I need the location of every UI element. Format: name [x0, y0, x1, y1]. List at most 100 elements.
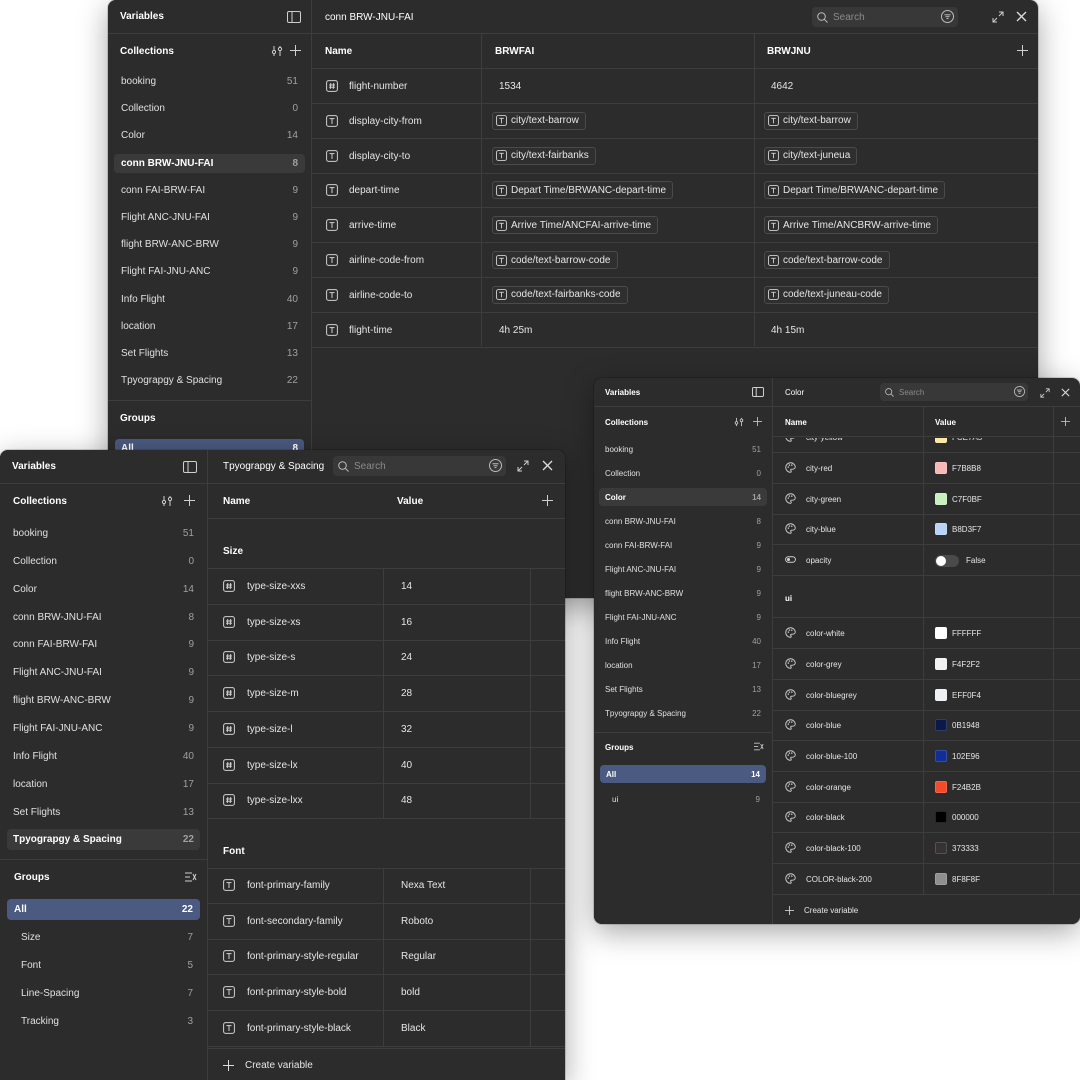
alias-chip[interactable]: city/text-barrow: [492, 111, 586, 130]
add-mode-icon[interactable]: [1017, 45, 1028, 56]
filter-icon[interactable]: [489, 459, 502, 472]
group-item[interactable]: Line-Spacing 7: [7, 983, 200, 1004]
table-row[interactable]: type-size-xxs 14: [208, 569, 565, 605]
alias-chip[interactable]: city/text-barrow: [764, 111, 858, 130]
collection-item[interactable]: Tpyograpgy & Spacing 22: [599, 704, 767, 722]
variable-value[interactable]: FCE7A5: [952, 438, 982, 442]
variable-value[interactable]: 000000: [952, 813, 979, 822]
table-row[interactable]: depart-time Depart Time/BRWANC-depart-tim…: [312, 173, 1038, 209]
add-mode-icon[interactable]: [542, 495, 553, 506]
collection-item[interactable]: Flight FAI-JNU-ANC 9: [599, 608, 767, 626]
variable-value[interactable]: 1534: [499, 81, 521, 92]
table-row[interactable]: type-size-lx 40: [208, 747, 565, 784]
collection-item[interactable]: flight BRW-ANC-BRW 9: [7, 690, 200, 711]
table-row[interactable]: flight-number 1534 4642: [312, 69, 1038, 104]
collection-item[interactable]: flight BRW-ANC-BRW 9: [114, 235, 305, 254]
table-row[interactable]: color-black-100 373333: [773, 833, 1080, 864]
table-row[interactable]: color-blue-100 102E96: [773, 741, 1080, 772]
collapse-groups-icon[interactable]: [185, 872, 197, 882]
column-header-value[interactable]: Value: [397, 496, 423, 507]
collection-item[interactable]: Info Flight 40: [599, 632, 767, 650]
collection-item[interactable]: Flight ANC-JNU-FAI 9: [7, 662, 200, 683]
variable-value[interactable]: Roboto: [401, 916, 433, 927]
alias-chip[interactable]: Depart Time/BRWANC-depart-time: [764, 181, 946, 200]
sidebar-toggle-icon[interactable]: [752, 387, 764, 397]
table-row[interactable]: font-primary-style-regular Regular: [208, 939, 565, 976]
color-swatch[interactable]: [935, 462, 947, 474]
table-row[interactable]: color-bluegrey EFF0F4: [773, 680, 1080, 711]
collection-item[interactable]: Color 14: [7, 579, 200, 600]
filter-icon[interactable]: [1014, 386, 1025, 397]
collection-item[interactable]: location 17: [599, 656, 767, 674]
collection-item[interactable]: Flight ANC-JNU-FAI 9: [114, 208, 305, 227]
create-variable-button[interactable]: Create variable: [245, 1060, 313, 1071]
variable-value[interactable]: EFF0F4: [952, 691, 981, 700]
table-row[interactable]: city-red F7B8B8: [773, 453, 1080, 484]
table-row[interactable]: opacity False: [773, 545, 1080, 577]
table-row[interactable]: arrive-time Arrive Time/ANCFAI-arrive-tim…: [312, 208, 1038, 244]
expand-icon[interactable]: [992, 11, 1004, 23]
create-variable-bar[interactable]: Create variable: [208, 1048, 565, 1080]
table-row[interactable]: color-white FFFFFF: [773, 618, 1080, 650]
table-row[interactable]: font-primary-family Nexa Text: [208, 868, 565, 904]
collection-item[interactable]: booking 51: [7, 523, 200, 544]
color-swatch[interactable]: [935, 492, 947, 505]
collection-item[interactable]: Info Flight 40: [7, 746, 200, 767]
collection-item[interactable]: Color 14: [114, 126, 305, 145]
alias-chip[interactable]: code/text-barrow-code: [764, 251, 890, 269]
group-item[interactable]: All 22: [7, 899, 200, 920]
collection-item[interactable]: Collection 0: [114, 99, 305, 118]
table-row[interactable]: type-size-xs 16: [208, 604, 565, 641]
color-swatch[interactable]: [935, 438, 947, 443]
group-item[interactable]: All 14: [600, 765, 766, 783]
color-swatch[interactable]: [935, 749, 947, 762]
collection-item[interactable]: conn BRW-JNU-FAI 8: [114, 153, 305, 173]
sidebar-toggle-icon[interactable]: [287, 11, 301, 23]
variable-value[interactable]: 8F8F8F: [952, 875, 980, 884]
table-row[interactable]: display-city-to city/text-fairbanks city/t…: [312, 139, 1038, 174]
variable-value[interactable]: 102E96: [952, 752, 980, 761]
color-swatch[interactable]: [935, 842, 947, 854]
table-row[interactable]: airline-code-from code/text-barrow-code co…: [312, 243, 1038, 278]
color-swatch[interactable]: [935, 688, 947, 701]
column-header-mode-1[interactable]: BRWFAI: [495, 46, 534, 57]
color-swatch[interactable]: [935, 657, 947, 670]
table-row[interactable]: color-orange F24B2B: [773, 772, 1080, 803]
expand-icon[interactable]: [1040, 388, 1050, 398]
alias-chip[interactable]: Depart Time/BRWANC-depart-time: [492, 181, 674, 200]
collection-item[interactable]: Set Flights 13: [114, 344, 305, 363]
alias-chip[interactable]: code/text-fairbanks-code: [492, 285, 628, 304]
table-row[interactable]: color-black 000000: [773, 802, 1080, 834]
collection-item[interactable]: Set Flights 13: [7, 802, 200, 823]
table-row[interactable]: type-size-lxx 48: [208, 783, 565, 820]
variable-value[interactable]: False: [966, 556, 986, 565]
column-header-mode-2[interactable]: BRWJNU: [767, 46, 811, 57]
variable-value[interactable]: Regular: [401, 951, 436, 962]
group-item[interactable]: Size 7: [7, 927, 200, 948]
adjust-icon[interactable]: [271, 45, 283, 57]
variable-value[interactable]: C7F0BF: [952, 495, 982, 504]
filter-icon[interactable]: [941, 10, 954, 23]
table-row[interactable]: color-blue 0B1948: [773, 710, 1080, 742]
add-collection-icon[interactable]: [753, 417, 762, 426]
expand-icon[interactable]: [517, 460, 529, 472]
table-row[interactable]: type-size-m 28: [208, 676, 565, 713]
collection-item[interactable]: booking 51: [599, 440, 767, 458]
add-mode-icon[interactable]: [1061, 417, 1070, 426]
collection-item[interactable]: Tpyograpgy & Spacing 22: [7, 829, 200, 851]
variable-value[interactable]: 28: [401, 688, 412, 699]
variable-value[interactable]: 0B1948: [952, 721, 980, 730]
alias-chip[interactable]: city/text-fairbanks: [492, 146, 596, 165]
variable-value[interactable]: 4h 15m: [771, 325, 804, 336]
collection-item[interactable]: conn FAI-BRW-FAI 9: [7, 634, 200, 655]
collection-item[interactable]: Tpyograpgy & Spacing 22: [114, 371, 305, 390]
variable-value[interactable]: 24: [401, 652, 412, 663]
variable-value[interactable]: B8D3F7: [952, 525, 981, 534]
alias-chip[interactable]: code/text-juneau-code: [764, 285, 889, 304]
alias-chip[interactable]: code/text-barrow-code: [492, 251, 618, 269]
collection-item[interactable]: Collection 0: [7, 551, 200, 572]
variable-value[interactable]: 14: [401, 581, 412, 592]
color-swatch[interactable]: [935, 780, 947, 793]
variable-value[interactable]: 373333: [952, 844, 979, 853]
group-item[interactable]: Font 5: [7, 955, 200, 976]
